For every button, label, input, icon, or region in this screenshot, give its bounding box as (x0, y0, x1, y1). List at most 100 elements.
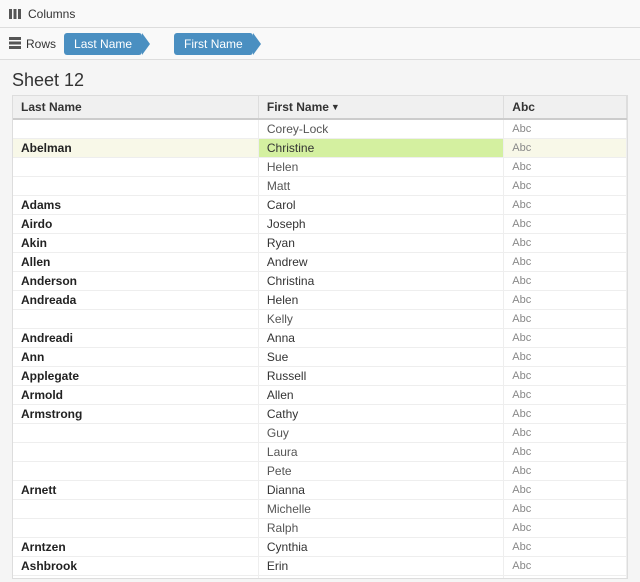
cell-last-name: Armold (13, 386, 258, 405)
table-row: AbelmanChristineAbc (13, 139, 627, 158)
table-row: AirdoJosephAbc (13, 215, 627, 234)
table-row: ArntzenCynthiaAbc (13, 538, 627, 557)
cell-abc: Abc (504, 329, 627, 348)
cell-first-name: Erin (258, 557, 503, 576)
cell-last-name: Ashbrook (13, 557, 258, 576)
cell-abc: Abc (504, 348, 627, 367)
columns-icon (8, 7, 22, 21)
cell-first-name: Andrew (258, 253, 503, 272)
data-table: Last Name First Name ▼ Abc Corey-LockAbc… (13, 96, 627, 579)
table-row: AndreadaHelenAbc (13, 291, 627, 310)
rows-text: Rows (26, 37, 56, 51)
table-row: MichelleAbc (13, 500, 627, 519)
cell-last-name (13, 310, 258, 329)
cell-last-name: Armstrong (13, 405, 258, 424)
table-row: AndreadiAnnaAbc (13, 329, 627, 348)
table-row: AshbrookErinAbc (13, 557, 627, 576)
cell-first-name: Helen (258, 291, 503, 310)
cell-first-name: Laura (258, 443, 503, 462)
cell-first-name: Christine (258, 139, 503, 158)
rows-icon (8, 35, 22, 52)
cell-last-name (13, 500, 258, 519)
table-row: GeorgeAbc (13, 576, 627, 580)
cell-last-name: Arntzen (13, 538, 258, 557)
cell-first-name: Corey-Lock (258, 119, 503, 139)
cell-first-name: George (258, 576, 503, 580)
rows-bar: Rows Last Name First Name (0, 28, 640, 60)
cell-last-name: Anderson (13, 272, 258, 291)
cell-abc: Abc (504, 291, 627, 310)
table-header-row: Last Name First Name ▼ Abc (13, 96, 627, 119)
table-row: RalphAbc (13, 519, 627, 538)
cell-first-name: Cathy (258, 405, 503, 424)
cell-abc: Abc (504, 215, 627, 234)
cell-last-name (13, 119, 258, 139)
cell-last-name (13, 443, 258, 462)
cell-abc: Abc (504, 310, 627, 329)
pill-first-name[interactable]: First Name (174, 33, 253, 55)
cell-abc: Abc (504, 576, 627, 580)
table-row: AllenAndrewAbc (13, 253, 627, 272)
cell-abc: Abc (504, 119, 627, 139)
cell-last-name: Allen (13, 253, 258, 272)
table-row: AndersonChristinaAbc (13, 272, 627, 291)
sheet-title: Sheet 12 (0, 60, 640, 95)
cell-last-name (13, 462, 258, 481)
cell-last-name (13, 177, 258, 196)
cell-abc: Abc (504, 481, 627, 500)
table-row: LauraAbc (13, 443, 627, 462)
cell-abc: Abc (504, 557, 627, 576)
cell-last-name: Applegate (13, 367, 258, 386)
cell-last-name (13, 424, 258, 443)
cell-last-name (13, 519, 258, 538)
cell-first-name: Pete (258, 462, 503, 481)
cell-last-name: Adams (13, 196, 258, 215)
cell-abc: Abc (504, 405, 627, 424)
cell-first-name: Russell (258, 367, 503, 386)
cell-first-name: Sue (258, 348, 503, 367)
cell-last-name: Abelman (13, 139, 258, 158)
table-row: ArnettDiannaAbc (13, 481, 627, 500)
cell-abc: Abc (504, 519, 627, 538)
table-row: MattAbc (13, 177, 627, 196)
sort-icon: ▼ (331, 102, 340, 112)
cell-last-name: Andreada (13, 291, 258, 310)
cell-first-name: Allen (258, 386, 503, 405)
cell-last-name (13, 158, 258, 177)
cell-abc: Abc (504, 139, 627, 158)
cell-first-name: Kelly (258, 310, 503, 329)
data-table-container[interactable]: Last Name First Name ▼ Abc Corey-LockAbc… (12, 95, 628, 579)
table-row: AdamsCarolAbc (13, 196, 627, 215)
cell-abc: Abc (504, 177, 627, 196)
table-row: KellyAbc (13, 310, 627, 329)
rows-label: Rows (8, 35, 56, 52)
pill-last-name[interactable]: Last Name (64, 33, 142, 55)
table-row: GuyAbc (13, 424, 627, 443)
cell-first-name: Cynthia (258, 538, 503, 557)
cell-first-name: Ryan (258, 234, 503, 253)
columns-bar: Columns (0, 0, 640, 28)
cell-abc: Abc (504, 538, 627, 557)
table-row: ApplegateRussellAbc (13, 367, 627, 386)
cell-abc: Abc (504, 367, 627, 386)
table-row: AnnSueAbc (13, 348, 627, 367)
col-header-first-name[interactable]: First Name ▼ (258, 96, 503, 119)
table-row: ArmstrongCathyAbc (13, 405, 627, 424)
table-row: Corey-LockAbc (13, 119, 627, 139)
cell-first-name: Matt (258, 177, 503, 196)
cell-last-name: Ann (13, 348, 258, 367)
cell-abc: Abc (504, 500, 627, 519)
cell-last-name: Akin (13, 234, 258, 253)
cell-abc: Abc (504, 196, 627, 215)
col-header-last-name[interactable]: Last Name (13, 96, 258, 119)
col-header-abc: Abc (504, 96, 627, 119)
cell-abc: Abc (504, 272, 627, 291)
cell-first-name: Michelle (258, 500, 503, 519)
cell-last-name: Arnett (13, 481, 258, 500)
cell-abc: Abc (504, 424, 627, 443)
table-row: PeteAbc (13, 462, 627, 481)
cell-first-name: Helen (258, 158, 503, 177)
table-row: AkinRyanAbc (13, 234, 627, 253)
cell-last-name (13, 576, 258, 580)
cell-abc: Abc (504, 386, 627, 405)
